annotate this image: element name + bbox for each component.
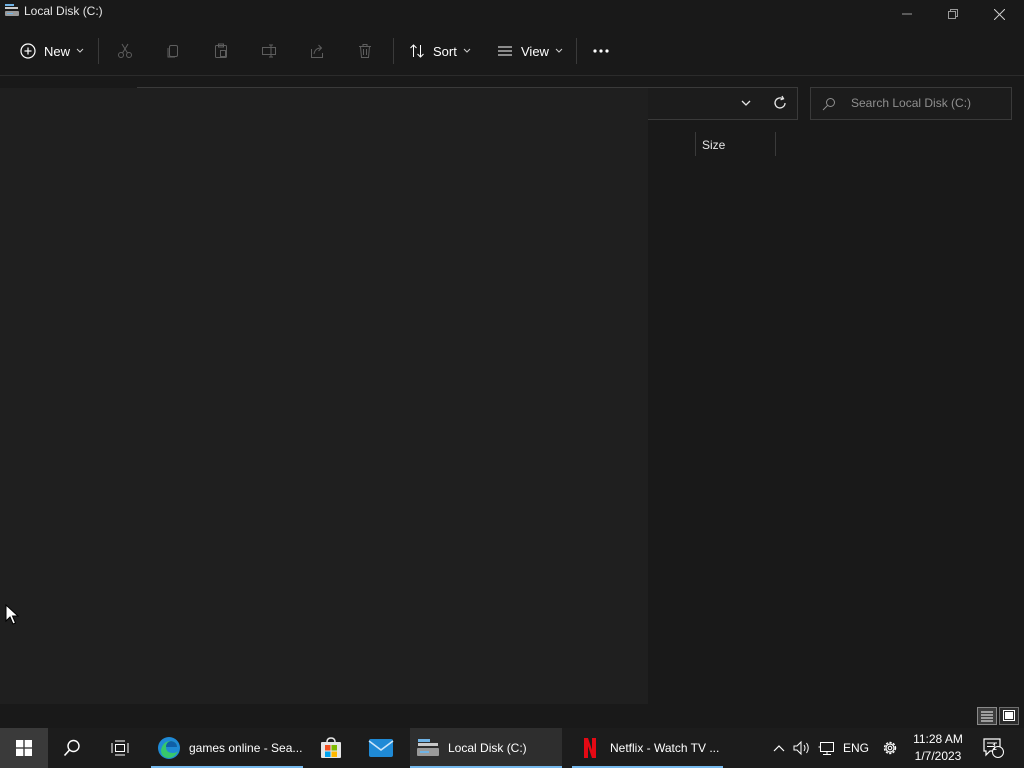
column-divider[interactable] — [775, 132, 776, 156]
more-icon — [593, 49, 609, 53]
gear-icon — [883, 741, 897, 755]
show-hidden-icons-button[interactable] — [768, 728, 790, 768]
drive-icon — [5, 4, 19, 16]
details-view-icon — [981, 711, 993, 722]
status-bar — [648, 704, 1024, 730]
minimize-icon — [902, 13, 912, 15]
minimize-button[interactable] — [884, 0, 930, 28]
delete-button[interactable] — [357, 36, 373, 66]
sort-button[interactable]: Sort — [409, 36, 471, 66]
task-view-icon — [111, 740, 129, 756]
divider — [98, 38, 99, 64]
taskbar-app-netflix[interactable]: Netflix - Watch TV ... — [572, 728, 723, 768]
cut-button[interactable] — [117, 36, 133, 66]
column-header-size[interactable]: Size — [702, 138, 725, 152]
view-label: View — [521, 43, 549, 59]
file-explorer-icon — [417, 739, 439, 756]
window-title: Local Disk (C:) — [24, 4, 103, 18]
file-explorer-window: Local Disk (C:) New Sort View Search Loc… — [0, 0, 1024, 730]
details-view-button[interactable] — [977, 707, 997, 725]
language-indicator[interactable]: ENG — [841, 728, 871, 768]
mouse-cursor-icon — [5, 604, 19, 625]
taskbar-app-label: games online - Sea... — [189, 741, 303, 755]
clock[interactable]: 11:28 AM 1/7/2023 — [906, 731, 970, 765]
restore-icon — [948, 9, 958, 19]
microsoft-store-icon — [321, 737, 341, 758]
copy-button[interactable] — [165, 36, 181, 66]
share-button[interactable] — [309, 36, 325, 66]
paste-button[interactable] — [213, 36, 229, 66]
network-icon — [818, 742, 834, 755]
taskbar-app-mail[interactable] — [357, 728, 405, 768]
volume-icon — [793, 740, 809, 756]
taskbar-app-label: Netflix - Watch TV ... — [610, 741, 720, 755]
chevron-down-icon — [555, 48, 563, 53]
chevron-up-icon — [773, 745, 785, 752]
start-button[interactable] — [0, 728, 48, 768]
rename-icon — [262, 44, 276, 58]
divider — [0, 75, 1024, 76]
taskbar-search-button[interactable] — [48, 728, 96, 768]
taskbar-app-file-explorer[interactable]: Local Disk (C:) — [410, 728, 562, 768]
refresh-icon[interactable] — [771, 94, 789, 112]
divider — [576, 38, 577, 64]
plus-circle-icon — [20, 43, 36, 59]
edge-icon — [158, 737, 180, 759]
volume-button[interactable] — [791, 728, 813, 768]
taskbar-app-store[interactable] — [307, 728, 355, 768]
view-list-icon — [498, 46, 512, 56]
sort-label: Sort — [433, 43, 457, 59]
windows-logo-icon — [16, 740, 32, 756]
navigation-pane-header — [0, 76, 137, 88]
new-button[interactable]: New — [20, 36, 84, 66]
new-label: New — [44, 43, 71, 59]
copy-icon — [167, 45, 178, 58]
view-button[interactable]: View — [497, 36, 563, 66]
taskbar: games online - Sea... Local Disk (C:) Ne… — [0, 728, 1024, 768]
close-button[interactable] — [976, 0, 1022, 28]
taskbar-app-label: Local Disk (C:) — [448, 741, 527, 755]
network-button[interactable] — [815, 728, 839, 768]
chevron-down-icon — [463, 48, 471, 53]
scissors-icon — [118, 43, 132, 58]
clock-time: 11:28 AM — [913, 732, 963, 746]
mail-icon — [368, 739, 394, 757]
notification-count-badge: 1 — [992, 742, 998, 752]
paste-icon — [215, 43, 227, 58]
title-bar[interactable]: Local Disk (C:) — [0, 0, 1024, 28]
share-icon — [311, 44, 323, 58]
divider — [393, 38, 394, 64]
column-divider[interactable] — [695, 132, 696, 156]
restore-button[interactable] — [930, 0, 976, 28]
search-icon — [822, 98, 835, 111]
rename-button[interactable] — [261, 36, 277, 66]
settings-button[interactable] — [878, 728, 902, 768]
sort-icon — [410, 44, 424, 58]
clock-date: 1/7/2023 — [914, 749, 962, 763]
netflix-icon — [584, 738, 596, 758]
language-label: ENG — [842, 741, 869, 755]
large-icons-view-icon — [1003, 710, 1015, 721]
more-options-button[interactable] — [592, 36, 610, 66]
navigation-overlay — [0, 88, 648, 704]
action-center-button[interactable]: 1 — [978, 728, 1008, 768]
close-icon — [993, 8, 1005, 20]
search-placeholder: Search Local Disk (C:) — [851, 96, 972, 110]
large-icons-view-button[interactable] — [999, 707, 1019, 725]
task-view-button[interactable] — [96, 728, 144, 768]
search-icon — [63, 739, 80, 757]
address-history-chevron-icon[interactable] — [738, 95, 754, 111]
command-bar: New Sort View — [0, 28, 1024, 74]
chevron-down-icon — [76, 48, 84, 53]
trash-icon — [359, 44, 371, 58]
taskbar-app-edge[interactable]: games online - Sea... — [151, 728, 303, 768]
